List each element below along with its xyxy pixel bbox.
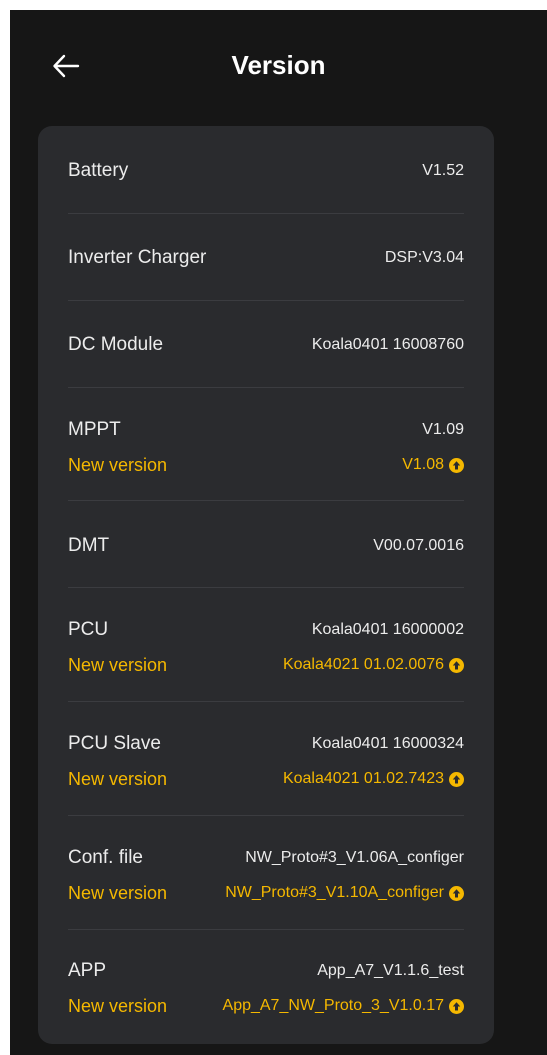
row-label: Inverter Charger (68, 247, 207, 268)
divider (68, 500, 464, 501)
divider (68, 587, 464, 588)
divider (68, 213, 464, 214)
divider (68, 815, 464, 816)
new-version-label: New version (68, 654, 168, 675)
new-version-label: New version (68, 882, 168, 903)
update-conf-file-button[interactable]: NW_Proto#3_V1.10A_configer (225, 884, 464, 902)
row-label: PCU Slave (68, 733, 161, 754)
row-label: DMT (68, 535, 110, 556)
version-row-dmt: DMT V00.07.0016 (68, 531, 464, 561)
new-version-value: V1.08 (402, 456, 444, 473)
version-row-pcu-slave: PCU Slave Koala0401 16000324 New version… (68, 729, 464, 794)
new-version-value: Koala4021 01.02.0076 (282, 656, 444, 673)
row-value: Koala0401 16000002 (311, 621, 464, 638)
divider (68, 387, 464, 388)
upgrade-arrow-icon (449, 885, 464, 901)
row-label: Conf. file (68, 847, 143, 868)
header: Version (10, 10, 547, 122)
upgrade-arrow-icon (449, 771, 464, 787)
version-row-battery: Battery V1.52 (68, 156, 464, 186)
version-list-card: Battery V1.52 Inverter Charger DSP:V3.04… (38, 126, 494, 1044)
version-row-dc-module: DC Module Koala0401 16008760 (68, 330, 464, 360)
row-value: Koala0401 16008760 (311, 336, 464, 353)
divider (68, 929, 464, 930)
update-app-button[interactable]: App_A7_NW_Proto_3_V1.0.17 (223, 997, 464, 1015)
row-label: PCU (68, 619, 109, 640)
row-value: Koala0401 16000324 (311, 735, 464, 752)
row-value: NW_Proto#3_V1.06A_configer (245, 849, 464, 866)
version-screen: Version Battery V1.52 Inverter Charger D… (10, 10, 547, 1055)
row-value: DSP:V3.04 (384, 249, 464, 266)
row-value: V00.07.0016 (373, 537, 464, 554)
new-version-value: App_A7_NW_Proto_3_V1.0.17 (222, 997, 444, 1014)
divider (68, 701, 464, 702)
row-label: DC Module (68, 334, 164, 355)
row-value: V1.09 (422, 421, 464, 438)
update-pcu-slave-button[interactable]: Koala4021 01.02.7423 (283, 770, 464, 788)
row-label: Battery (68, 160, 129, 181)
row-label: MPPT (68, 419, 121, 440)
row-value: V1.52 (422, 162, 464, 179)
upgrade-arrow-icon (449, 657, 464, 673)
new-version-label: New version (68, 454, 168, 475)
row-label: APP (68, 960, 107, 981)
row-value: App_A7_V1.1.6_test (317, 962, 464, 979)
version-row-conf-file: Conf. file NW_Proto#3_V1.06A_configer Ne… (68, 843, 464, 908)
version-row-mppt: MPPT V1.09 New version V1.08 (68, 415, 464, 480)
new-version-label: New version (68, 995, 168, 1016)
new-version-value: Koala4021 01.02.7423 (282, 770, 444, 787)
version-row-pcu: PCU Koala0401 16000002 New version Koala… (68, 615, 464, 680)
divider (68, 300, 464, 301)
update-mppt-button[interactable]: V1.08 (402, 456, 464, 474)
version-row-inverter-charger: Inverter Charger DSP:V3.04 (68, 243, 464, 273)
version-row-app: APP App_A7_V1.1.6_test New version App_A… (68, 956, 464, 1021)
new-version-label: New version (68, 768, 168, 789)
update-pcu-button[interactable]: Koala4021 01.02.0076 (283, 656, 464, 674)
page-title: Version (231, 50, 326, 80)
new-version-value: NW_Proto#3_V1.10A_configer (225, 884, 444, 901)
upgrade-arrow-icon (449, 457, 464, 473)
upgrade-arrow-icon (449, 998, 464, 1014)
